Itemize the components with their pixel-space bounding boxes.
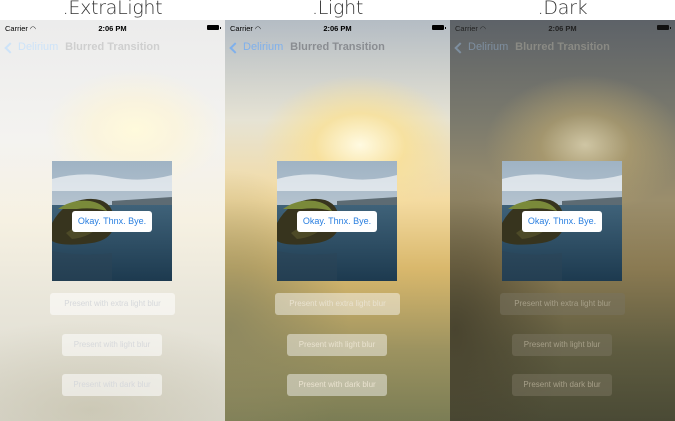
okay-button[interactable]: Okay. Thnx. Bye. — [297, 211, 377, 232]
landscape-photo: Okay. Thnx. Bye. — [277, 161, 397, 281]
nav-title: Blurred Transition — [290, 41, 385, 53]
navigation-bar: Delirium Blurred Transition — [450, 36, 675, 60]
present-extra-light-button[interactable]: Present with extra light blur — [50, 293, 175, 315]
status-time: 2:06 PM — [548, 24, 577, 33]
caption-light: .Light — [312, 0, 363, 19]
phone-extralight: Carrier ◠ 2:06 PM Delirium Blurred Transi… — [0, 20, 225, 421]
present-extra-light-button[interactable]: Present with extra light blur — [500, 293, 625, 315]
battery-icon — [207, 25, 221, 30]
present-light-button[interactable]: Present with light blur — [512, 334, 612, 356]
nav-title: Blurred Transition — [515, 41, 610, 53]
present-dark-button[interactable]: Present with dark blur — [62, 374, 162, 396]
caption-dark: .Dark — [537, 0, 588, 19]
phone-light: Carrier ◠ 2:06 PM Delirium Blurred Transi… — [225, 20, 450, 421]
battery-icon — [657, 25, 671, 30]
nav-title: Blurred Transition — [65, 41, 160, 53]
present-dark-button[interactable]: Present with dark blur — [512, 374, 612, 396]
status-bar: Carrier ◠ 2:06 PM — [0, 20, 225, 36]
status-bar: Carrier ◠ 2:06 PM — [225, 20, 450, 36]
status-bar: Carrier ◠ 2:06 PM — [450, 20, 675, 36]
present-light-button[interactable]: Present with light blur — [62, 334, 162, 356]
okay-button[interactable]: Okay. Thnx. Bye. — [72, 211, 152, 232]
status-time: 2:06 PM — [323, 24, 352, 33]
battery-icon — [432, 25, 446, 30]
landscape-photo: Okay. Thnx. Bye. — [502, 161, 622, 281]
caption-extralight: .ExtraLight — [62, 0, 163, 19]
navigation-bar: Delirium Blurred Transition — [0, 36, 225, 60]
navigation-bar: Delirium Blurred Transition — [225, 36, 450, 60]
present-extra-light-button[interactable]: Present with extra light blur — [275, 293, 400, 315]
okay-button[interactable]: Okay. Thnx. Bye. — [522, 211, 602, 232]
present-dark-button[interactable]: Present with dark blur — [287, 374, 387, 396]
phone-dark: Carrier ◠ 2:06 PM Delirium Blurred Transi… — [450, 20, 675, 421]
landscape-photo: Okay. Thnx. Bye. — [52, 161, 172, 281]
status-time: 2:06 PM — [98, 24, 127, 33]
present-light-button[interactable]: Present with light blur — [287, 334, 387, 356]
